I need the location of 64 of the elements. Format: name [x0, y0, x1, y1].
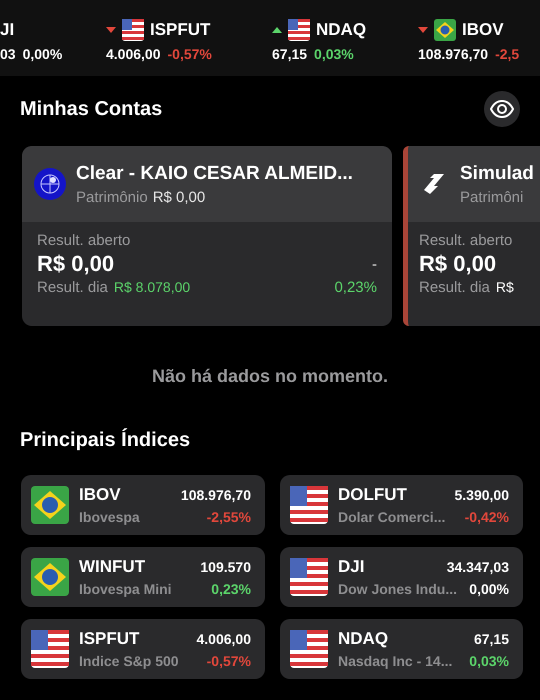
- index-change: 0,00%: [469, 581, 509, 597]
- open-result-value: R$ 0,00: [419, 251, 496, 277]
- open-result-label: Result. aberto: [419, 232, 514, 249]
- day-result-percent: 0,23%: [334, 279, 377, 296]
- day-result-value: R$ 8.078,00: [114, 279, 190, 295]
- open-result-percent: -: [372, 256, 377, 272]
- index-name: Indice S&p 500: [79, 653, 179, 669]
- ticker-value: 108.976,70: [418, 46, 488, 62]
- equity-value: R$ 0,00: [152, 188, 206, 206]
- index-change: 0,23%: [211, 581, 251, 597]
- section-title: Principais Índices: [20, 428, 190, 452]
- index-card[interactable]: DJI 34.347,03 Dow Jones Indu... 0,00%: [280, 547, 523, 607]
- ticker-change: -2,5: [495, 46, 520, 62]
- index-card[interactable]: ISPFUT 4.006,00 Indice S&p 500 -0,57%: [21, 619, 265, 679]
- ticker-symbol: IBOV: [462, 20, 504, 40]
- day-result-label: Result. dia: [37, 279, 108, 296]
- ticker-value: 67,15: [272, 46, 308, 62]
- index-price: 4.006,00: [196, 631, 251, 647]
- index-symbol: NDAQ: [338, 629, 388, 649]
- index-card[interactable]: WINFUT 109.570 Ibovespa Mini 0,23%: [21, 547, 265, 607]
- index-symbol: DJI: [338, 557, 364, 577]
- equity-label: Patrimôni: [460, 188, 524, 206]
- day-result-value: R$: [496, 279, 514, 295]
- index-change: -0,42%: [464, 509, 509, 525]
- index-name: Dow Jones Indu...: [338, 581, 458, 597]
- visibility-toggle-button[interactable]: [484, 91, 520, 127]
- ticker-change: -0,57%: [168, 46, 212, 62]
- index-name: Ibovespa Mini: [79, 581, 172, 597]
- index-name: Ibovespa: [79, 509, 140, 525]
- index-card[interactable]: DOLFUT 5.390,00 Dolar Comerci... -0,42%: [280, 475, 523, 535]
- ticker-symbol: NDAQ: [316, 20, 366, 40]
- index-name: Nasdaq Inc - 14...: [338, 653, 452, 669]
- ticker-symbol: ISPFUT: [150, 20, 210, 40]
- eye-icon: [490, 97, 514, 121]
- ticker-change: 0,00%: [22, 46, 62, 62]
- index-card[interactable]: IBOV 108.976,70 Ibovespa -2,55%: [21, 475, 265, 535]
- account-name: Clear - KAIO CESAR ALMEID...: [76, 162, 353, 184]
- empty-message: Não há dados no momento.: [150, 366, 389, 387]
- index-price: 109.570: [200, 559, 251, 575]
- index-card[interactable]: NDAQ 67,15 Nasdaq Inc - 14... 0,03%: [280, 619, 523, 679]
- ticker-value: 4.006,00: [106, 46, 160, 62]
- index-price: 34.347,03: [446, 559, 509, 575]
- index-change: 0,03%: [469, 653, 509, 669]
- index-change: -2,55%: [206, 509, 251, 525]
- index-symbol: IBOV: [79, 485, 121, 505]
- account-card[interactable]: Simulad Patrimôni Result. aberto R$ 0,00 Result. dia R$: [403, 146, 540, 326]
- section-title: Minhas Contas: [20, 98, 162, 120]
- index-change: -0,57%: [206, 653, 251, 669]
- equity-label: Patrimônio: [76, 188, 148, 206]
- index-price: 108.976,70: [180, 487, 251, 503]
- index-price: 67,15: [474, 631, 509, 647]
- open-result-value: R$ 0,00: [37, 251, 114, 277]
- account-name: Simulad: [460, 162, 534, 184]
- open-result-label: Result. aberto: [37, 232, 132, 249]
- ticker-value: 03: [0, 46, 16, 62]
- ticker-change: 0,03%: [314, 46, 354, 62]
- ticker-symbol: JI: [0, 20, 14, 40]
- index-symbol: WINFUT: [79, 557, 146, 577]
- index-name: Dolar Comerci...: [338, 509, 446, 525]
- index-symbol: ISPFUT: [79, 629, 140, 649]
- index-price: 5.390,00: [454, 487, 509, 503]
- account-card[interactable]: Clear - KAIO CESAR ALMEID... Patrimônio R$ 0,00 Result. aberto R$ 0,00 - Result. dia R$ 8.078,00 0,23%: [22, 146, 392, 326]
- index-symbol: DOLFUT: [338, 485, 407, 505]
- day-result-label: Result. dia: [419, 279, 490, 296]
